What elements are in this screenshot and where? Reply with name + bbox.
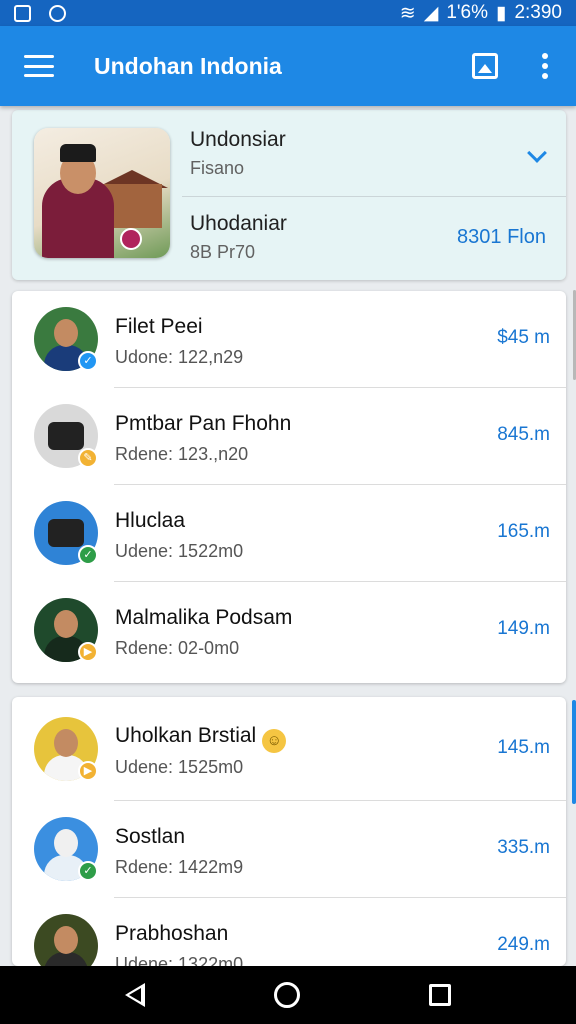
image-icon[interactable] (472, 53, 498, 79)
list-item-title: Uholkan Brstial ☺ (115, 724, 287, 753)
home-icon[interactable] (273, 982, 300, 1008)
list-item[interactable]: ✓ Filet Peei Udone: 122,n29 $45 m (12, 291, 566, 388)
list-item-subtitle: Udone: 122,n29 (115, 347, 244, 367)
list-item[interactable]: ✓ Sostlan Rdene: 1422m9 335.m (12, 801, 566, 898)
list-item[interactable]: ▶ Uholkan Brstial ☺ Udene: 1525m0 145.m (12, 697, 566, 801)
badge-icon: ✓ (78, 351, 98, 371)
list-item-subtitle: Udene: 1525m0 (115, 757, 244, 777)
list-item[interactable]: ✓ Hluclaa Udene: 1522m0 165.m (12, 485, 566, 582)
featured-card[interactable]: Undonsiar Fisano Uhodaniar 8B Pr70 8301 … (12, 110, 566, 280)
featured-second-title: Uhodaniar (190, 212, 287, 235)
featured-divider (182, 196, 566, 197)
menu-icon[interactable] (24, 55, 54, 77)
smile-emoji-icon: ☺ (262, 729, 287, 753)
battery-level: 1'6% (446, 2, 488, 23)
recents-icon[interactable] (429, 984, 452, 1006)
scrollbar[interactable] (572, 700, 576, 804)
badge-icon: ✓ (78, 861, 98, 881)
app-bar: Undohan Indonia (0, 26, 576, 106)
list-item-value: 165.m (497, 521, 550, 542)
featured-thumbnail (34, 128, 170, 258)
featured-second-subtitle: 8B Pr70 (190, 242, 256, 262)
list-item-value: 145.m (497, 737, 550, 758)
list-item[interactable]: ▶ Malmalika Podsam Rdene: 02-0m0 149.m (12, 582, 566, 679)
list-item-subtitle: Rdene: 1422m9 (115, 857, 244, 877)
signal-icon: ◢ (423, 2, 439, 24)
app-title: Undohan Indonia (94, 52, 282, 79)
notification-icon (14, 4, 31, 22)
chevron-down-icon[interactable] (527, 143, 547, 163)
list-item-title: Malmalika Podsam (115, 606, 293, 629)
badge-icon: ✓ (78, 545, 98, 565)
list-item-value: 249.m (497, 934, 550, 955)
list-item-title: Sostlan (115, 825, 186, 848)
list-item-title: Pmtbar Pan Fhohn (115, 412, 292, 435)
list-card-1: ✓ Filet Peei Udone: 122,n29 $45 m ✎ Pmtb… (12, 291, 566, 683)
list-item-value: $45 m (497, 327, 550, 348)
list-item-value: 845.m (497, 424, 550, 445)
list-item-subtitle: Rdene: 123.,n20 (115, 444, 249, 464)
list-item-subtitle: Rdene: 02-0m0 (115, 638, 240, 658)
list-item-value: 335.m (497, 837, 550, 858)
badge-icon: ▶ (78, 642, 98, 662)
battery-icon: ▮ (495, 2, 507, 24)
list-item-subtitle: Udene: 1322m0 (115, 954, 244, 966)
avatar (34, 914, 98, 966)
clock: 2:390 (514, 2, 562, 23)
list-item-subtitle: Udene: 1522m0 (115, 541, 244, 561)
back-icon[interactable] (124, 983, 145, 1007)
list-item[interactable]: Prabhoshan Udene: 1322m0 249.m (12, 898, 566, 966)
more-vert-icon[interactable] (538, 53, 552, 79)
featured-title: Undonsiar (190, 128, 286, 151)
badge-icon: ▶ (78, 761, 98, 781)
list-item-title: Hluclaa (115, 509, 186, 532)
sync-icon (49, 4, 66, 22)
list-item-title: Filet Peei (115, 315, 203, 338)
system-nav-bar (0, 966, 576, 1024)
badge-icon: ✎ (78, 448, 98, 468)
list-item-value: 149.m (497, 618, 550, 639)
list-card-2: ▶ Uholkan Brstial ☺ Udene: 1525m0 145.m ✓… (12, 697, 566, 966)
featured-badge-icon (120, 228, 142, 250)
featured-value: 8301 Flon (457, 226, 546, 248)
status-bar: ≋ ◢ 1'6% ▮ 2:390 (0, 0, 576, 26)
list-item-title: Prabhoshan (115, 922, 229, 945)
featured-subtitle: Fisano (190, 158, 245, 178)
list-item[interactable]: ✎ Pmtbar Pan Fhohn Rdene: 123.,n20 845.m (12, 388, 566, 485)
wifi-icon: ≋ (399, 2, 416, 24)
